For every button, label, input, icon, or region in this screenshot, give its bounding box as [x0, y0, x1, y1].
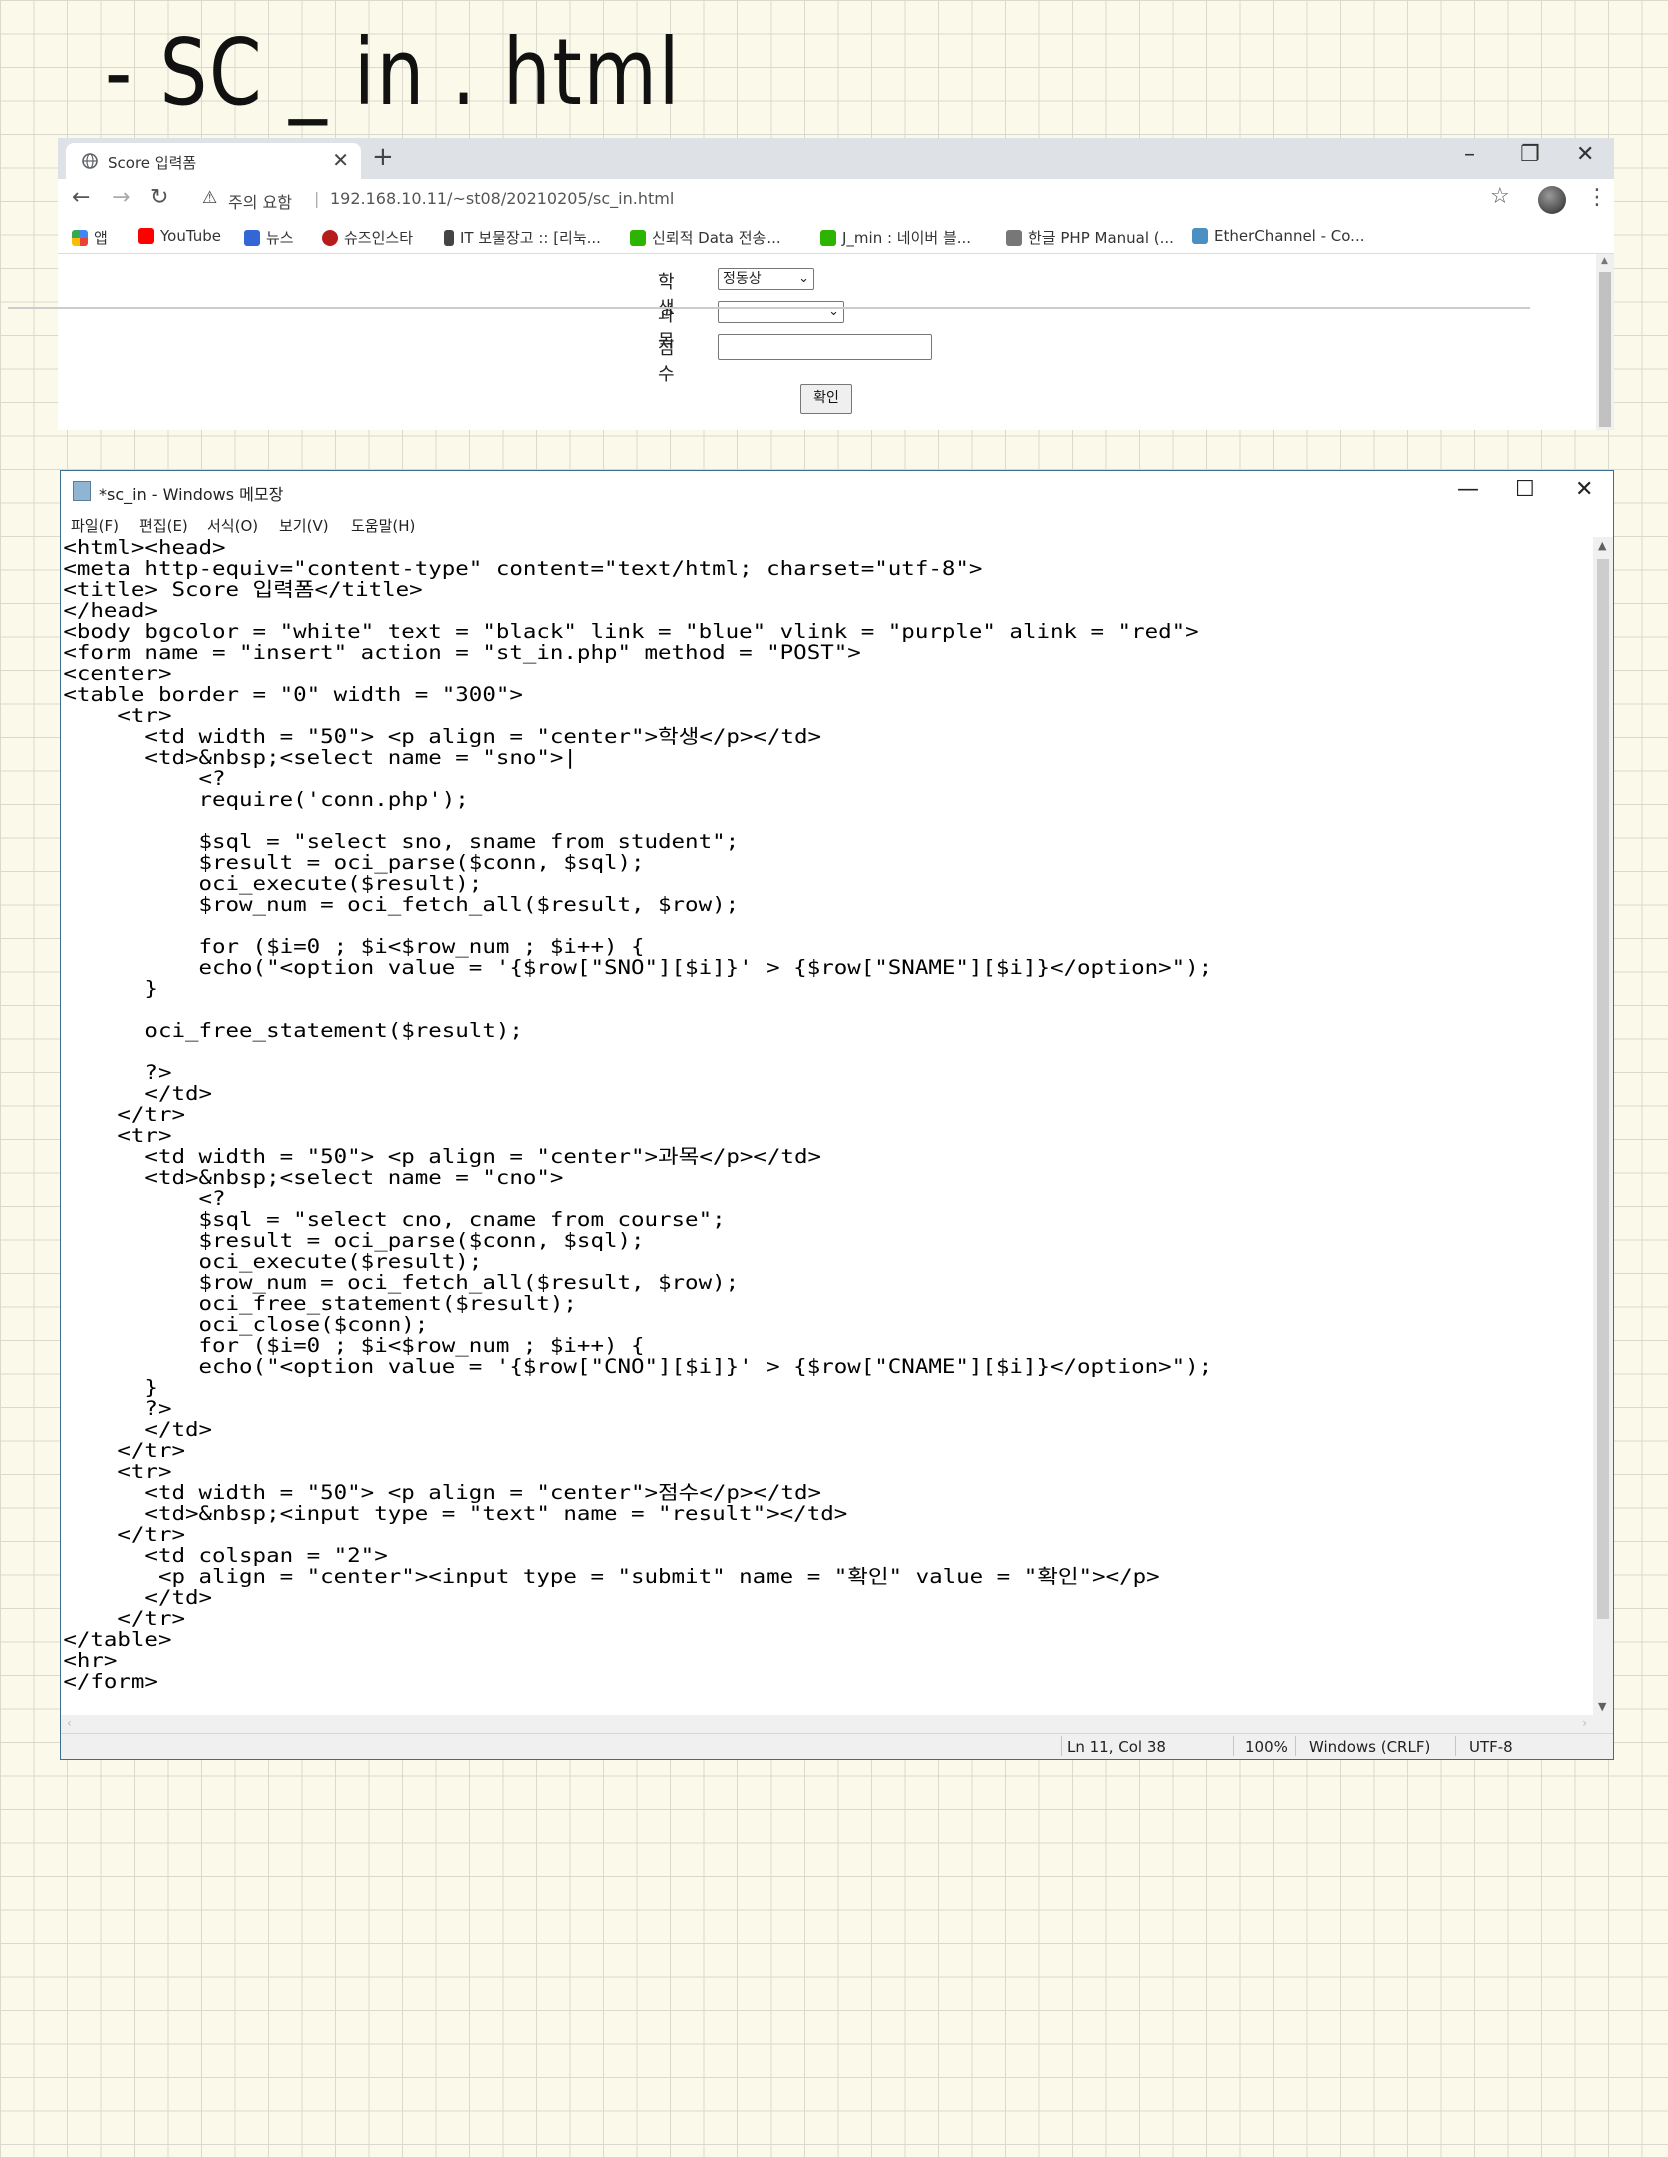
bookmark-shoesinsta[interactable]: 슈즈인스타	[322, 227, 413, 248]
scroll-up-icon[interactable]: ▲	[1601, 256, 1608, 266]
naver-blog-icon	[820, 230, 836, 246]
php-manual-icon	[1006, 230, 1022, 246]
handwritten-title: - SC _ in . html	[105, 19, 682, 126]
chevron-down-icon: ⌄	[828, 304, 839, 319]
bookmark-star-icon[interactable]: ☆	[1490, 184, 1510, 209]
notepad-scrollbar-thumb[interactable]	[1597, 559, 1609, 1619]
warning-icon: ⚠	[202, 188, 218, 208]
shoesinsta-icon	[322, 230, 338, 246]
chevron-down-icon: ⌄	[798, 271, 809, 286]
notepad-window: *sc_in - Windows 메모장 — ☐ ✕ 파일(F) 편집(E) 서…	[60, 470, 1614, 1760]
bookmark-jmin-blog[interactable]: J_min : 네이버 블...	[820, 227, 971, 248]
menu-file[interactable]: 파일(F)	[71, 515, 119, 536]
status-divider	[1455, 1736, 1456, 1756]
status-divider	[1061, 1736, 1062, 1756]
globe-icon	[82, 153, 98, 169]
bookmark-it-storage[interactable]: IT 보물장고 :: [리눅...	[444, 227, 601, 248]
status-line-ending: Windows (CRLF)	[1309, 1738, 1431, 1756]
reload-button[interactable]: ↻	[150, 185, 168, 210]
status-encoding: UTF-8	[1469, 1738, 1513, 1756]
bookmark-reliable-data[interactable]: 신뢰적 Data 전송...	[630, 227, 781, 248]
menu-view[interactable]: 보기(V)	[279, 515, 329, 536]
new-tab-button[interactable]: +	[372, 142, 394, 172]
tab-strip: Score 입력폼 ✕ + – ❐ ✕	[58, 138, 1614, 179]
status-position: Ln 11, Col 38	[1067, 1738, 1166, 1756]
status-zoom: 100%	[1245, 1738, 1288, 1756]
page-content: 학생 정동상 ⌄ 과목 ⌄ 점수 확인	[58, 254, 1594, 430]
student-select[interactable]: 정동상 ⌄	[718, 268, 814, 290]
scroll-down-icon[interactable]: ▼	[1598, 1700, 1606, 1713]
notepad-close-button[interactable]: ✕	[1575, 477, 1593, 502]
notepad-horizontal-scrollbar[interactable]: ‹ ›	[61, 1715, 1593, 1733]
scroll-right-icon[interactable]: ›	[1582, 1716, 1587, 1730]
notepad-titlebar: *sc_in - Windows 메모장 — ☐ ✕	[61, 471, 1613, 511]
notepad-title: *sc_in - Windows 메모장	[99, 485, 284, 504]
notepad-minimize-button[interactable]: —	[1457, 477, 1479, 502]
tab-title: Score 입력폼	[108, 154, 197, 172]
cisco-icon	[1192, 228, 1208, 244]
notepad-vertical-scrollbar[interactable]: ▲ ▼	[1593, 537, 1613, 1715]
tab-score-form[interactable]: Score 입력폼 ✕	[66, 143, 361, 179]
profile-avatar[interactable]	[1538, 186, 1566, 214]
bookmarks-bar: 앱 YouTube 뉴스 슈즈인스타 IT 보물장고 :: [리눅... 신뢰적…	[58, 219, 1614, 254]
submit-button[interactable]: 확인	[800, 384, 852, 414]
restore-button[interactable]: ❐	[1520, 142, 1540, 167]
scroll-left-icon[interactable]: ‹	[67, 1716, 72, 1730]
news-icon	[244, 230, 260, 246]
score-label: 점수	[658, 338, 675, 385]
notepad-statusbar: Ln 11, Col 38 100% Windows (CRLF) UTF-8	[61, 1733, 1613, 1759]
browser-window: Score 입력폼 ✕ + – ❐ ✕ ← → ↻ ⚠ 주의 요함 | 192.…	[58, 138, 1614, 430]
menu-format[interactable]: 서식(O)	[207, 515, 258, 536]
browser-toolbar: ← → ↻ ⚠ 주의 요함 | 192.168.10.11/~st08/2021…	[58, 179, 1614, 219]
page-hr	[8, 307, 1530, 309]
bookmark-etherchannel[interactable]: EtherChannel - Co...	[1192, 227, 1364, 245]
bookmark-apps[interactable]: 앱	[72, 227, 108, 248]
address-bar[interactable]: ⚠ 주의 요함 | 192.168.10.11/~st08/20210205/s…	[188, 185, 1548, 213]
menu-edit[interactable]: 편집(E)	[139, 515, 188, 536]
minimize-button[interactable]: –	[1464, 142, 1475, 167]
notepad-menubar: 파일(F) 편집(E) 서식(O) 보기(V) 도움말(H)	[61, 511, 1613, 537]
student-selected-value: 정동상	[723, 271, 762, 287]
url-text[interactable]: 192.168.10.11/~st08/20210205/sc_in.html	[330, 189, 674, 208]
bookmark-news[interactable]: 뉴스	[244, 227, 294, 248]
youtube-icon	[138, 228, 154, 244]
close-window-button[interactable]: ✕	[1576, 142, 1594, 167]
score-input[interactable]	[718, 334, 932, 360]
scroll-up-icon[interactable]: ▲	[1598, 539, 1606, 552]
security-warning[interactable]: 주의 요함	[228, 189, 292, 213]
apps-grid-icon	[72, 230, 88, 246]
forward-button[interactable]: →	[112, 185, 130, 210]
status-divider	[1295, 1736, 1296, 1756]
resize-corner[interactable]	[1593, 1715, 1613, 1733]
notepad-maximize-button[interactable]: ☐	[1515, 477, 1535, 502]
browser-scrollbar-thumb[interactable]	[1599, 272, 1611, 427]
menu-help[interactable]: 도움말(H)	[351, 515, 415, 536]
tab-close-icon[interactable]: ✕	[332, 148, 349, 172]
address-separator: |	[314, 189, 320, 208]
menu-kebab-icon[interactable]: ⋮	[1586, 185, 1608, 210]
bookmark-php-manual[interactable]: 한글 PHP Manual (...	[1006, 227, 1174, 248]
course-select[interactable]: ⌄	[718, 301, 844, 323]
notepad-editor[interactable]: <html><head> <meta http-equiv="content-t…	[61, 537, 1593, 1715]
code-text[interactable]: <html><head> <meta http-equiv="content-t…	[61, 537, 1593, 1692]
naver-blog-icon	[630, 230, 646, 246]
bookmark-youtube[interactable]: YouTube	[138, 227, 221, 245]
browser-scrollbar[interactable]: ▲	[1596, 254, 1614, 430]
back-button[interactable]: ←	[72, 185, 90, 210]
notepad-icon	[73, 481, 91, 501]
dots-icon	[444, 230, 454, 246]
status-divider	[1233, 1736, 1234, 1756]
